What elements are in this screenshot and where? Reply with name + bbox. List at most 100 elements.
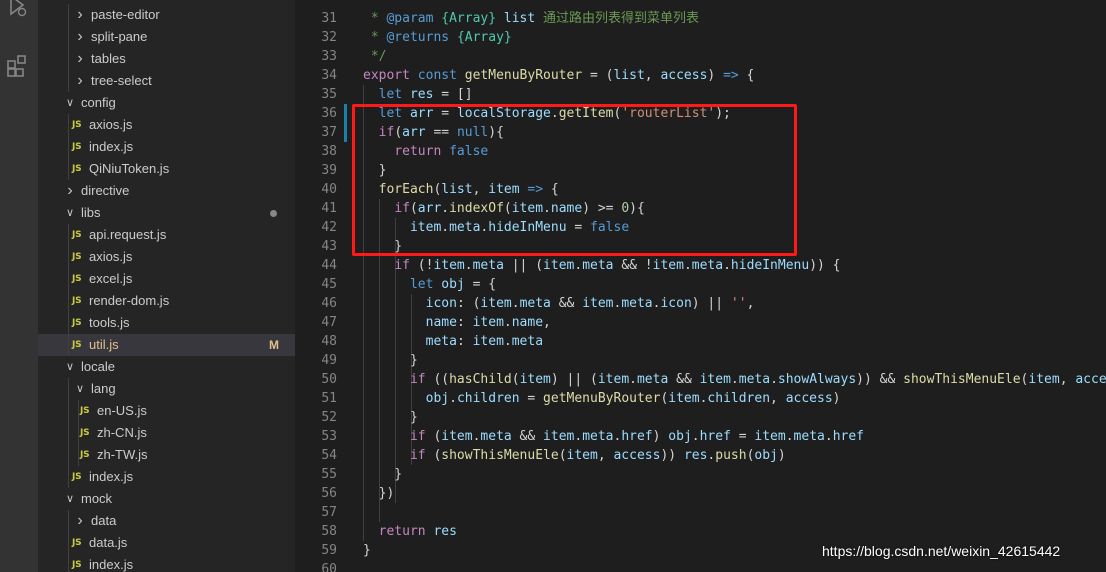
git-change-gutter-marker[interactable] <box>344 104 347 142</box>
file-item[interactable]: JS en-US.js <box>38 400 295 422</box>
file-item[interactable]: JS zh-TW.js <box>38 444 295 466</box>
code-line[interactable]: 33 */ <box>295 47 1106 66</box>
folder-label: libs <box>81 205 101 220</box>
file-item[interactable]: JS zh-CN.js <box>38 422 295 444</box>
line-number: 53 <box>321 429 337 444</box>
file-item[interactable]: JS axios.js <box>38 114 295 136</box>
code-text: forEach(list, item => { <box>378 182 559 197</box>
code-text: let res = [] <box>378 87 473 102</box>
line-number: 60 <box>321 562 337 572</box>
chevron-right-icon[interactable]: › <box>74 70 86 92</box>
code-line[interactable]: 49 } <box>295 351 1106 370</box>
js-file-icon: JS <box>72 296 82 306</box>
file-label: api.request.js <box>89 227 167 242</box>
code-line[interactable]: 51 obj.children = getMenuByRouter(item.c… <box>295 389 1106 408</box>
line-number: 55 <box>321 467 337 482</box>
file-item[interactable]: JS axios.js <box>38 246 295 268</box>
line-number: 34 <box>321 68 337 83</box>
extensions-icon[interactable] <box>5 52 31 78</box>
code-line[interactable]: 39 } <box>295 161 1106 180</box>
folder-item[interactable]: › directive <box>38 180 295 202</box>
folder-item[interactable]: › paste-editor <box>38 4 295 26</box>
code-line[interactable]: 54 if (showThisMenuEle(item, access)) re… <box>295 446 1106 465</box>
code-editor[interactable]: 31 * @param {Array} list 通过路由列表得到菜单列表 32 … <box>295 0 1106 572</box>
code-line[interactable]: 55 } <box>295 465 1106 484</box>
file-item[interactable]: JS index.js <box>38 136 295 158</box>
code-line[interactable]: 40 forEach(list, item => { <box>295 180 1106 199</box>
chevron-down-icon[interactable]: ∨ <box>64 356 76 378</box>
file-item[interactable]: JS tools.js <box>38 312 295 334</box>
indent-guide <box>68 532 69 554</box>
file-item[interactable]: JS api.request.js <box>38 224 295 246</box>
code-line[interactable]: 34 export const getMenuByRouter = (list, … <box>295 66 1106 85</box>
folder-item[interactable]: › tables <box>38 48 295 70</box>
file-item[interactable]: JS data.js <box>38 532 295 554</box>
folder-label: config <box>81 95 116 110</box>
code-line[interactable]: 37 if(arr == null){ <box>295 123 1106 142</box>
chevron-down-icon[interactable]: ∨ <box>74 378 86 400</box>
folder-label: data <box>91 513 117 528</box>
file-label: zh-CN.js <box>97 425 147 440</box>
folder-item[interactable]: › split-pane <box>38 26 295 48</box>
indent-guide <box>68 334 69 356</box>
code-text: return res <box>378 524 457 539</box>
code-line[interactable]: 46 icon: (item.meta && item.meta.icon) |… <box>295 294 1106 313</box>
code-text: let arr = localStorage.getItem('routerLi… <box>378 106 731 121</box>
chevron-right-icon[interactable]: › <box>74 4 86 26</box>
folder-item[interactable]: ∨ locale <box>38 356 295 378</box>
line-number: 41 <box>321 201 337 216</box>
debug-icon[interactable] <box>5 0 31 18</box>
folder-item[interactable]: ∨ lang <box>38 378 295 400</box>
line-number: 38 <box>321 144 337 159</box>
code-line[interactable]: 36 let arr = localStorage.getItem('route… <box>295 104 1106 123</box>
code-text: icon: (item.meta && item.meta.icon) || '… <box>425 296 755 311</box>
code-line[interactable]: 35 let res = [] <box>295 85 1106 104</box>
code-line[interactable]: 38 return false <box>295 142 1106 161</box>
folder-item[interactable]: ∨ config <box>38 92 295 114</box>
folder-item[interactable]: › tree-select <box>38 70 295 92</box>
chevron-right-icon[interactable]: › <box>74 510 86 532</box>
code-line[interactable]: 52 } <box>295 408 1106 427</box>
code-line[interactable]: 48 meta: item.meta <box>295 332 1106 351</box>
js-file-icon: JS <box>72 120 82 130</box>
code-line[interactable]: 60 <box>295 560 1106 572</box>
chevron-right-icon[interactable]: › <box>74 48 86 70</box>
chevron-right-icon[interactable]: › <box>64 180 76 202</box>
chevron-down-icon[interactable]: ∨ <box>64 488 76 510</box>
code-line[interactable]: 58 return res <box>295 522 1106 541</box>
chevron-right-icon[interactable]: › <box>74 26 86 48</box>
folder-item[interactable]: ∨ libs <box>38 202 295 224</box>
chevron-down-icon[interactable]: ∨ <box>64 92 76 114</box>
folder-label: paste-editor <box>91 7 160 22</box>
code-line[interactable]: 56 }) <box>295 484 1106 503</box>
indent-guide <box>78 400 79 422</box>
chevron-down-icon[interactable]: ∨ <box>64 202 76 224</box>
code-line[interactable]: 43 } <box>295 237 1106 256</box>
code-line[interactable]: 44 if (!item.meta || (item.meta && !item… <box>295 256 1106 275</box>
indent-guide <box>78 444 79 466</box>
js-file-icon: JS <box>72 274 82 284</box>
indent-guide <box>68 114 69 136</box>
code-line[interactable]: 31 * @param {Array} list 通过路由列表得到菜单列表 <box>295 9 1106 28</box>
code-line[interactable]: 50 if ((hasChild(item) || (item.meta && … <box>295 370 1106 389</box>
code-line[interactable]: 53 if (item.meta && item.meta.href) obj.… <box>295 427 1106 446</box>
line-number: 36 <box>321 106 337 121</box>
folder-item[interactable]: ∨ mock <box>38 488 295 510</box>
js-file-icon: JS <box>72 472 82 482</box>
code-line[interactable]: 57 <box>295 503 1106 522</box>
code-text: let obj = { <box>409 277 497 292</box>
line-number: 59 <box>321 543 337 558</box>
code-line[interactable]: 32 * @returns {Array} <box>295 28 1106 47</box>
file-item[interactable]: JS index.js <box>38 554 295 572</box>
code-line[interactable]: 47 name: item.name, <box>295 313 1106 332</box>
file-item[interactable]: JS QiNiuToken.js <box>38 158 295 180</box>
file-item[interactable]: JS render-dom.js <box>38 290 295 312</box>
code-line[interactable]: 42 item.meta.hideInMenu = false <box>295 218 1106 237</box>
file-item[interactable]: JS util.js M <box>38 334 295 356</box>
file-item[interactable]: JS index.js <box>38 466 295 488</box>
code-line[interactable]: 45 let obj = { <box>295 275 1106 294</box>
code-line[interactable]: 41 if(arr.indexOf(item.name) >= 0){ <box>295 199 1106 218</box>
folder-item[interactable]: › data <box>38 510 295 532</box>
file-item[interactable]: JS excel.js <box>38 268 295 290</box>
